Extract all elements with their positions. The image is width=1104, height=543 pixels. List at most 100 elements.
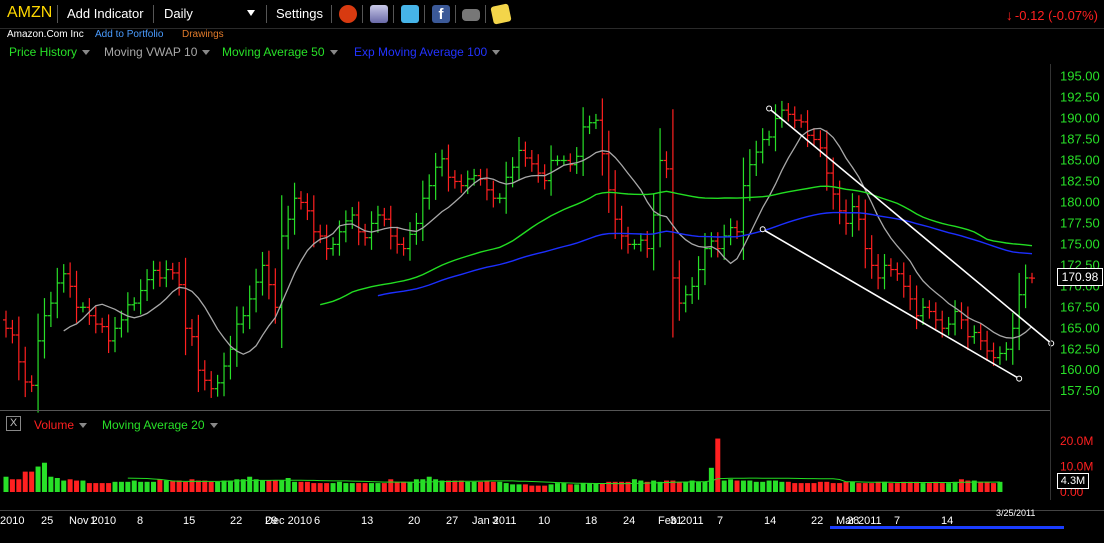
date-tick-label: 14 [764, 515, 776, 527]
legend-vol-ma-label: Moving Average 20 [102, 418, 205, 432]
volume-bar [125, 481, 131, 492]
ohlc-bar [342, 210, 349, 243]
ohlc-bar [105, 314, 112, 354]
ohlc-bar [541, 164, 548, 190]
volume-bar [510, 484, 516, 492]
volume-bar [439, 480, 445, 492]
ohlc-bar [188, 319, 195, 346]
volume-bar [760, 481, 766, 492]
ohlc-bar [554, 155, 561, 166]
date-tick-label: 25 [41, 515, 53, 527]
ma50-line [320, 185, 1033, 306]
volume-bar [138, 481, 144, 492]
volume-bar [413, 479, 419, 492]
ohlc-bar [1009, 312, 1016, 365]
volume-bar [516, 484, 522, 492]
volume-bar [907, 481, 913, 492]
ohlc-bar [843, 199, 850, 235]
volume-bar [522, 484, 528, 492]
ohlc-bar [663, 151, 670, 179]
price-chart[interactable]: 157.50160.00162.50165.00167.50170.00172.… [0, 0, 1104, 543]
ohlc-bar [368, 211, 375, 250]
volume-bar [798, 483, 804, 492]
ohlc-bar [445, 144, 452, 192]
volume-bar [497, 481, 503, 492]
volume-bar [728, 479, 734, 492]
volume-bar [208, 481, 214, 492]
ohlc-bar [625, 226, 632, 254]
close-panel-icon[interactable]: X [6, 416, 21, 431]
ohlc-bar [945, 316, 952, 336]
volume-bar [824, 481, 830, 492]
volume-bar [587, 483, 593, 492]
volume-bar [747, 480, 753, 492]
volume-bar [542, 485, 548, 492]
volume-bar [195, 480, 201, 492]
volume-bar [86, 483, 92, 492]
ohlc-bar [419, 180, 426, 242]
volume-bar [388, 479, 394, 492]
volume-bar [202, 480, 208, 492]
volume-bar [901, 481, 907, 492]
volume-bar [548, 484, 554, 492]
ohlc-bar [330, 237, 337, 256]
legend-vol-ma[interactable]: Moving Average 20 [102, 418, 218, 432]
volume-bar [779, 481, 785, 492]
volume-bar [561, 483, 567, 492]
ohlc-bar [791, 106, 798, 129]
date-tick-label: 2010 [0, 515, 24, 527]
volume-bar [503, 483, 509, 492]
ohlc-bar [952, 300, 959, 336]
volume-bar [157, 479, 163, 492]
ohlc-bar [458, 174, 465, 193]
ohlc-bar [862, 199, 869, 269]
volume-bar [80, 480, 86, 492]
ohlc-bar [932, 302, 939, 330]
ohlc-bar [163, 260, 170, 288]
ohlc-bar [394, 226, 401, 254]
volume-bar [35, 466, 41, 492]
price-axis: 157.50160.00162.50165.00167.50170.00172.… [1060, 69, 1100, 399]
date-tick-label: 7 [717, 515, 723, 527]
date-tick-label: Feb 2011 [658, 515, 704, 527]
timeline-scrollbar[interactable] [830, 526, 1064, 529]
ohlc-bar [612, 170, 619, 239]
ohlc-bar [304, 193, 311, 221]
volume-bar [651, 480, 657, 492]
volume-bar [830, 483, 836, 492]
volume-bar [54, 478, 60, 492]
ohlc-bar [996, 346, 1003, 365]
ohlc-bar [35, 313, 42, 413]
price-tick-label: 195.00 [1060, 69, 1100, 84]
chevron-down-icon[interactable] [209, 423, 218, 429]
ohlc-bar [169, 262, 176, 280]
volume-bar [593, 483, 599, 492]
volume-bar [221, 480, 227, 492]
ohlc-bar [580, 107, 587, 177]
date-tick-label: 6 [314, 515, 320, 527]
volume-bar [170, 480, 176, 492]
legend-volume[interactable]: Volume [34, 418, 88, 432]
ohlc-bar [650, 193, 657, 271]
ohlc-bar [22, 346, 29, 398]
ohlc-bar [112, 316, 119, 353]
volume-bar [817, 481, 823, 492]
ohlc-bar [73, 270, 80, 323]
volume-bar [458, 480, 464, 492]
volume-bar [952, 481, 958, 492]
volume-bar [3, 476, 9, 492]
price-tick-label: 185.00 [1060, 152, 1100, 167]
chevron-down-icon[interactable] [79, 423, 88, 429]
volume-bar [394, 481, 400, 492]
ohlc-bar [689, 277, 696, 304]
ohlc-bar [214, 374, 221, 397]
volume-bar [304, 481, 310, 492]
ohlc-bar [182, 257, 189, 356]
volume-bar [67, 479, 73, 492]
volume-bar [882, 481, 888, 492]
ohlc-bar [400, 237, 407, 256]
ohlc-bar [964, 306, 971, 351]
ohlc-bar [516, 136, 522, 181]
price-tick-label: 182.50 [1060, 173, 1100, 188]
ohlc-bar [131, 297, 138, 311]
